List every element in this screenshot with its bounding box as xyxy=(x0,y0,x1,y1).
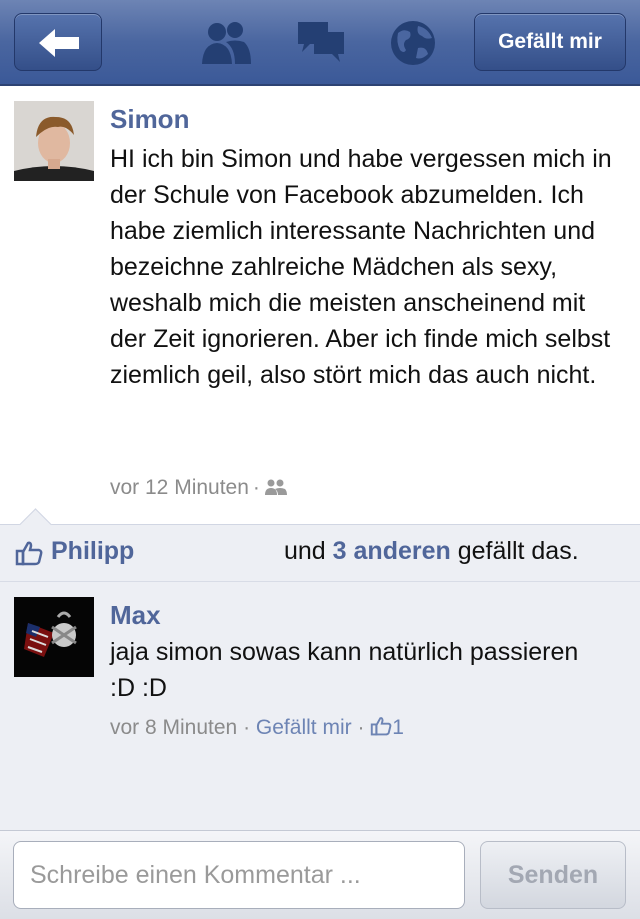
profile-photo-simon xyxy=(14,101,94,181)
thumbs-up-icon xyxy=(371,717,392,736)
liker-name[interactable]: Philipp xyxy=(51,537,134,566)
likes-others-link[interactable]: 3 anderen xyxy=(333,537,451,565)
top-navigation-bar: Gefällt mir xyxy=(0,0,640,86)
friends-icon[interactable] xyxy=(200,18,252,68)
likes-text: und 3 anderen gefällt das. xyxy=(284,537,579,566)
separator-dot: · xyxy=(252,476,260,499)
comment-input[interactable] xyxy=(13,841,465,909)
post-text: HI ich bin Simon und habe vergessen mich… xyxy=(110,145,612,389)
avatar[interactable] xyxy=(14,101,94,181)
friends-audience-icon xyxy=(264,479,287,495)
comment-author[interactable]: Max xyxy=(110,600,161,631)
likes-suffix: gefällt das. xyxy=(457,537,579,565)
post-timestamp: vor 12 Minuten xyxy=(110,476,249,499)
status-post: Simon HI ich bin Simon und habe vergesse… xyxy=(0,86,640,524)
thumbs-up-icon xyxy=(15,541,43,566)
likes-and: und xyxy=(284,537,326,565)
post-meta: vor 12 Minuten · xyxy=(110,476,288,500)
send-button[interactable]: Senden xyxy=(480,841,626,909)
profile-photo-max xyxy=(14,597,94,677)
comment-like-link[interactable]: Gefällt mir xyxy=(256,716,352,739)
separator-dot: · xyxy=(243,716,251,739)
separator-dot: · xyxy=(357,716,365,739)
likes-summary[interactable]: Philipp und 3 anderen gefällt das. xyxy=(0,508,640,582)
comment-timestamp: vor 8 Minuten xyxy=(110,716,238,739)
avatar[interactable] xyxy=(14,597,94,677)
comment-text: jaja simon sowas kann natürlich passiere… xyxy=(110,638,579,702)
globe-icon[interactable] xyxy=(388,18,440,68)
comment-meta: vor 8 Minuten · Gefällt mir · 1 xyxy=(110,716,404,740)
comment-composer: Senden xyxy=(0,830,640,919)
comment-like-count: 1 xyxy=(392,716,404,739)
back-button[interactable] xyxy=(14,13,102,71)
messages-icon[interactable] xyxy=(296,18,348,68)
like-page-button[interactable]: Gefällt mir xyxy=(474,13,626,71)
comments-section: Max jaja simon sowas kann natürlich pass… xyxy=(0,582,640,830)
back-arrow-icon xyxy=(39,29,79,57)
post-author[interactable]: Simon xyxy=(110,104,189,135)
